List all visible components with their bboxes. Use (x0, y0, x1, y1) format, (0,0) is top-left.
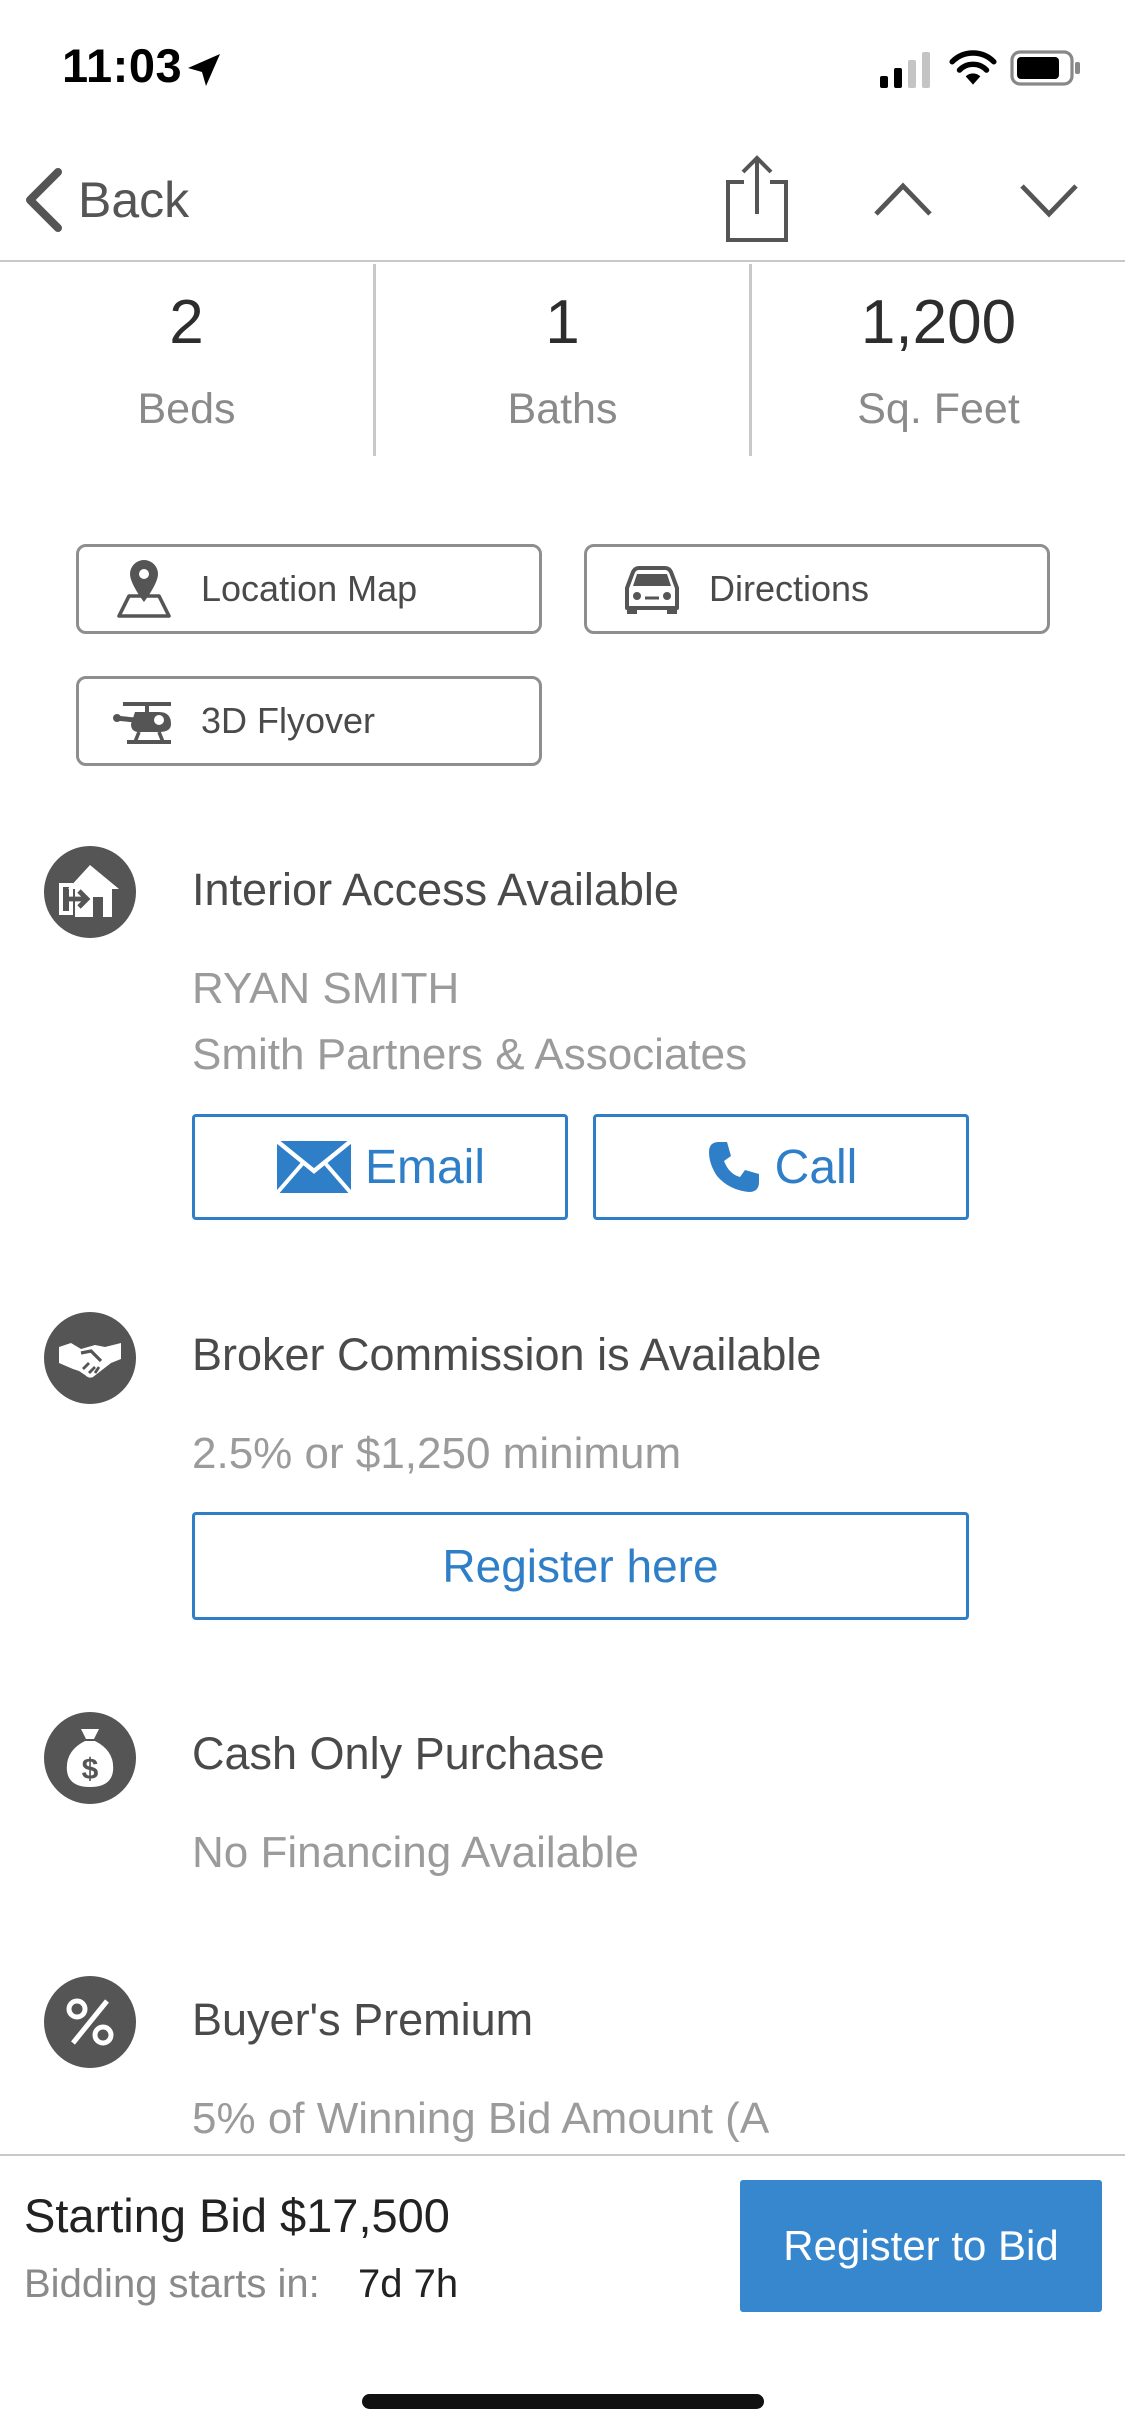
stat-label: Beds (137, 385, 236, 433)
directions-label: Directions (709, 568, 870, 609)
battery-icon (1010, 50, 1080, 86)
cash-only-title: Cash Only Purchase (192, 1728, 605, 1779)
stat-sq-feet: 1,200 Sq. Feet (749, 264, 1125, 456)
chevron-left-icon (26, 168, 62, 232)
bidding-starts-countdown: 7d 7h (358, 2262, 459, 2306)
wifi-icon (949, 50, 997, 85)
stat-value: 2 (169, 288, 204, 357)
status-time: 11:03 (62, 39, 183, 92)
email-label: Email (364, 1140, 486, 1194)
broker-commission-icon (44, 1312, 136, 1404)
property-stats: 2 Beds 1 Baths 1,200 Sq. Feet (0, 264, 1125, 456)
back-label: Back (78, 172, 190, 228)
handshake-icon (59, 1343, 121, 1378)
email-button[interactable]: Email (192, 1114, 568, 1220)
percent-icon (66, 1998, 114, 2046)
cash-only-detail: No Financing Available (192, 1828, 639, 1877)
buyers-premium-icon (44, 1976, 136, 2068)
location-arrow-icon (188, 54, 220, 86)
3d-flyover-label: 3D Flyover (201, 700, 376, 741)
broker-commission-detail: 2.5% or $1,250 minimum (192, 1429, 682, 1478)
bidding-starts-label: Bidding starts in: (24, 2262, 320, 2306)
location-map-icon (117, 560, 171, 618)
bottom-bid-bar: Starting Bid $17,500 Bidding starts in: … (0, 2154, 1125, 2436)
status-bar: 11:03 (0, 0, 1125, 140)
stat-baths: 1 Baths (373, 264, 749, 456)
share-icon[interactable] (724, 154, 790, 244)
svg-text:$: $ (82, 1753, 99, 1786)
interior-access-title: Interior Access Available (192, 864, 679, 915)
call-label: Call (774, 1140, 858, 1194)
3d-flyover-button[interactable]: 3D Flyover (76, 676, 542, 766)
stat-value: 1 (545, 288, 580, 357)
money-bag-icon: $ (66, 1729, 114, 1787)
register-here-label: Register here (442, 1540, 719, 1592)
buyers-premium-detail: 5% of Winning Bid Amount (A (192, 2094, 770, 2143)
register-here-button[interactable]: Register here (192, 1512, 969, 1620)
helicopter-icon (113, 702, 171, 744)
agent-company: Smith Partners & Associates (192, 1030, 748, 1079)
cash-only-icon: $ (44, 1712, 136, 1804)
phone-icon (708, 1142, 759, 1192)
back-button[interactable]: Back (22, 164, 189, 236)
location-map-label: Location Map (201, 568, 418, 609)
directions-button[interactable]: Directions (584, 544, 1050, 634)
home-indicator[interactable] (362, 2394, 764, 2409)
location-map-button[interactable]: Location Map (76, 544, 542, 634)
register-to-bid-button[interactable]: Register to Bid (740, 2180, 1102, 2312)
chevron-down-icon[interactable] (1018, 170, 1080, 230)
stat-value: 1,200 (860, 288, 1017, 357)
cellular-signal-icon (880, 52, 930, 88)
buyers-premium-title: Buyer's Premium (192, 1994, 534, 2045)
stat-beds: 2 Beds (0, 264, 373, 456)
interior-access-icon (44, 846, 136, 938)
broker-commission-title: Broker Commission is Available (192, 1329, 822, 1380)
car-icon (625, 566, 679, 614)
stat-label: Sq. Feet (857, 385, 1020, 433)
call-button[interactable]: Call (593, 1114, 969, 1220)
stat-label: Baths (507, 385, 618, 433)
envelope-icon (275, 1139, 353, 1195)
agent-name: RYAN SMITH (192, 964, 460, 1013)
chevron-up-icon[interactable] (872, 170, 934, 230)
house-entry-icon (59, 865, 119, 917)
starting-bid: Starting Bid $17,500 (24, 2189, 450, 2242)
navigation-bar: Back (0, 140, 1125, 262)
